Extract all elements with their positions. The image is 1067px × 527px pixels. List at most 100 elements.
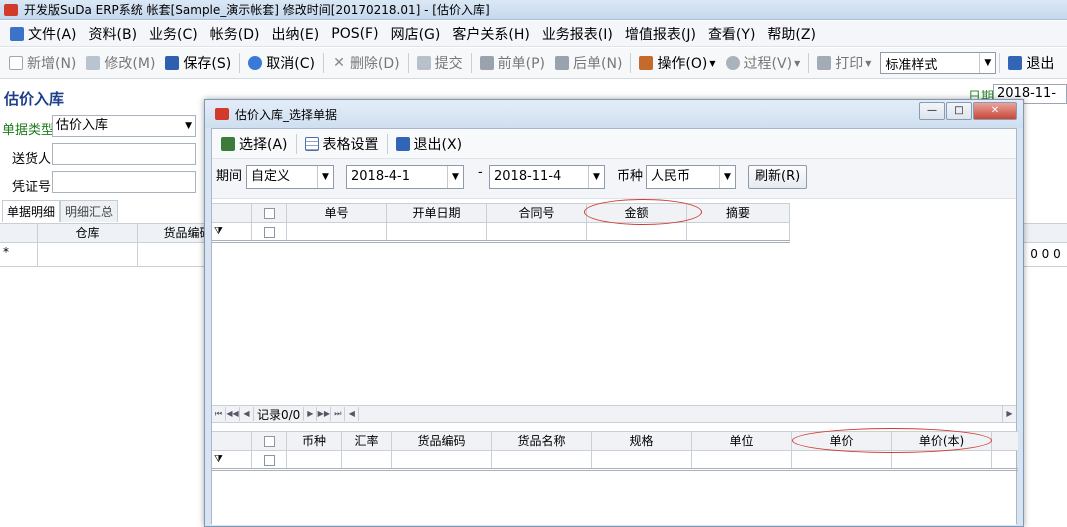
column-header-unit[interactable]: 单位 [692,432,792,450]
scroll-left-icon[interactable]: ◀ [345,407,360,421]
filter-funnel-icon[interactable]: ⧩ [212,451,252,468]
column-header-unit-price[interactable]: 单价 [792,432,892,450]
modify-button[interactable]: 修改(M) [81,51,160,75]
menu-business-reports[interactable]: 业务报表(I) [536,24,619,44]
select-button[interactable]: 选择(A) [216,132,293,156]
undo-icon [248,56,263,70]
document-icon [10,26,24,41]
row-checkbox[interactable] [252,223,287,240]
column-header-contract-number[interactable]: 合同号 [487,204,587,222]
operate-button[interactable]: 操作(O) ▼ [634,51,720,75]
exit-button[interactable]: 退出 [1003,51,1059,75]
menu-value-added-reports[interactable]: 增值报表(J) [619,24,702,44]
menu-crm[interactable]: 客户关系(H) [446,24,535,44]
menu-file[interactable]: 文件(A) [4,24,83,44]
filter-cell[interactable] [287,223,387,240]
filter-cell[interactable] [492,451,592,468]
column-header-unit-price-base[interactable]: 单价(本) [892,432,992,450]
tab-detail[interactable]: 单据明细 [2,200,61,222]
filter-cell[interactable] [392,451,492,468]
filter-funnel-icon[interactable]: ⧩ [212,223,252,240]
next-page-icon[interactable]: ▶▶ [317,407,332,421]
sender-field[interactable] [52,143,196,165]
print-button[interactable]: 打印 ▼ [812,51,876,75]
process-gear-icon [725,56,740,70]
date-to-picker[interactable]: 2018-11-4 ▼ [489,165,605,189]
menu-cashier[interactable]: 出纳(E) [265,24,325,44]
menu-business[interactable]: 业务(C) [143,24,204,44]
filter-row: 期间 自定义 ▼ 2018-4-1 ▼ - 2018-11-4 ▼ 币种 人民币 ▼ 刷… [212,159,1016,199]
filter-cell[interactable] [687,223,790,240]
process-button[interactable]: 过程(V) ▼ [721,51,806,75]
filter-cell[interactable] [387,223,487,240]
period-select[interactable]: 自定义 ▼ [246,165,334,189]
menu-pos[interactable]: POS(F) [325,26,384,42]
checkbox-icon [263,436,275,447]
refresh-button[interactable]: 刷新(R) [748,165,808,189]
maximize-icon[interactable]: □ [946,102,972,120]
column-header-item-name[interactable]: 货品名称 [492,432,592,450]
window-controls: — □ ✕ [918,102,1017,120]
dialog-title: 估价入库_选择单据 [235,107,338,122]
filter-row: ⧩ [212,223,790,243]
next-record-icon[interactable]: ▶ [303,407,318,421]
filter-row: ⧩ [212,451,1018,471]
menu-data[interactable]: 资料(B) [83,24,144,44]
record-navigator: ⏮ ◀◀ ◀ 记录0/0 ▶ ▶▶ ⏭ ◀ ▶ [212,405,1016,423]
filter-cell[interactable] [692,451,792,468]
column-header-exchange-rate[interactable]: 汇率 [342,432,392,450]
column-header-doc-number[interactable]: 单号 [287,204,387,222]
first-record-icon[interactable]: ⏮ [212,407,226,421]
menu-help[interactable]: 帮助(Z) [761,24,822,44]
column-header-currency[interactable]: 币种 [287,432,342,450]
filter-cell[interactable] [592,451,692,468]
prev-doc-button[interactable]: 前单(P) [475,51,550,75]
filter-cell[interactable] [487,223,587,240]
filter-cell[interactable] [342,451,392,468]
column-header-open-date[interactable]: 开单日期 [387,204,487,222]
page-title: 估价入库 [4,90,65,108]
date-from-picker[interactable]: 2018-4-1 ▼ [346,165,464,189]
new-button[interactable]: 新增(N) [4,51,81,75]
last-record-icon[interactable]: ⏭ [331,407,346,421]
menu-view[interactable]: 查看(Y) [702,24,761,44]
menu-accounting[interactable]: 帐务(D) [204,24,266,44]
currency-select[interactable]: 人民币 ▼ [646,165,736,189]
scroll-right-icon[interactable]: ▶ [1002,406,1016,422]
warehouse-cell[interactable] [38,243,138,266]
submit-icon [416,56,431,70]
print-style-select[interactable]: 标准样式 ▼ [880,52,997,74]
cancel-button[interactable]: 取消(C) [243,51,320,75]
prev-record-icon[interactable]: ◀ [240,407,254,421]
save-button[interactable]: 保存(S) [160,51,236,75]
tab-summary[interactable]: 明细汇总 [60,200,119,222]
minimize-icon[interactable]: — [919,102,945,120]
delete-button[interactable]: ✕ 删除(D) [327,51,405,75]
column-header-spec[interactable]: 规格 [592,432,692,450]
select-all-checkbox[interactable] [252,432,287,450]
new-doc-icon [9,56,23,70]
close-icon[interactable]: ✕ [973,102,1017,120]
select-all-checkbox[interactable] [252,204,287,222]
column-header-item-code[interactable]: 货品编码 [392,432,492,450]
menu-online-store[interactable]: 网店(G) [385,24,447,44]
next-doc-button[interactable]: 后单(N) [550,51,627,75]
table-settings-button[interactable]: 表格设置 [300,132,384,156]
date-range-dash: - [478,165,483,180]
column-header-amount[interactable]: 金额 [587,204,687,222]
dialog-exit-button[interactable]: 退出(X) [391,132,468,156]
items-grid-header: 币种 汇率 货品编码 货品名称 规格 单位 单价 单价(本) [212,431,1018,451]
filter-cell[interactable] [287,451,342,468]
row-checkbox[interactable] [252,451,287,468]
prev-page-icon[interactable]: ◀◀ [226,407,240,421]
column-header-warehouse[interactable]: 仓库 [38,224,138,242]
column-header-summary[interactable]: 摘要 [687,204,790,222]
filter-cell[interactable] [792,451,892,468]
toolbar-separator [999,53,1001,73]
filter-cell[interactable] [892,451,992,468]
voucher-field[interactable] [52,171,196,193]
submit-button[interactable]: 提交 [412,51,468,75]
filter-cell[interactable] [587,223,687,240]
doc-type-select[interactable]: 估价入库 ▼ [52,115,196,137]
toolbar-separator [470,53,472,73]
